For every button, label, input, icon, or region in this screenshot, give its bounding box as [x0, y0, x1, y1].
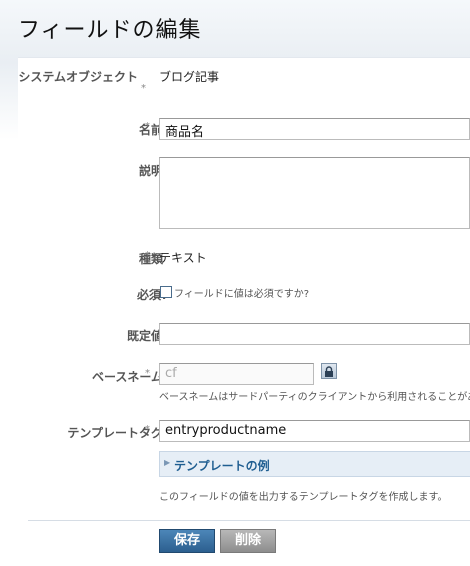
description-label: 説明 — [138, 164, 163, 178]
system-object-label: システムオブジェクト — [18, 70, 138, 84]
lock-icon[interactable] — [321, 363, 337, 379]
description-textarea[interactable] — [159, 157, 470, 229]
form-divider — [28, 520, 470, 521]
template-example-toggle-label: テンプレートの例 — [174, 459, 270, 473]
system-object-value: ブログ記事 — [159, 70, 220, 84]
basename-input[interactable]: cf — [159, 363, 314, 385]
basename-hint: ベースネームはサードパーティのクライアントから利用されることがあ — [159, 392, 470, 403]
type-required-mark: * — [145, 250, 150, 261]
required-label: 必須? — [137, 288, 168, 302]
required-checkbox[interactable] — [160, 286, 172, 298]
page-title: フィールドの編集 — [18, 18, 202, 43]
required-checkbox-label[interactable]: フィールドに値は必須ですか? — [174, 285, 309, 300]
default-value-input[interactable] — [159, 323, 470, 345]
type-value: テキスト — [159, 251, 207, 265]
edit-field-form: システムオブジェクト * ブログ記事 名前 * 商品名 説明 種類 * テキスト… — [18, 57, 470, 566]
default-value-label: 既定値 — [126, 329, 163, 343]
delete-button[interactable]: 削除 — [220, 529, 276, 553]
name-required-mark: * — [145, 121, 150, 132]
expand-arrow-icon: ▶ — [164, 458, 171, 467]
system-object-required-mark: * — [141, 83, 146, 94]
save-button[interactable]: 保存 — [159, 529, 215, 553]
template-tag-required-mark: * — [145, 424, 150, 435]
template-tag-label: テンプレートタグ — [67, 426, 163, 440]
template-example-toggle[interactable]: ▶ テンプレートの例 — [159, 451, 470, 477]
basename-required-mark: * — [145, 368, 150, 379]
template-tag-input[interactable]: entryproductname — [159, 420, 470, 442]
template-tag-hint: このフィールドの値を出力するテンプレートタグを作成します。 — [159, 492, 448, 503]
name-input[interactable]: 商品名 — [159, 118, 470, 140]
